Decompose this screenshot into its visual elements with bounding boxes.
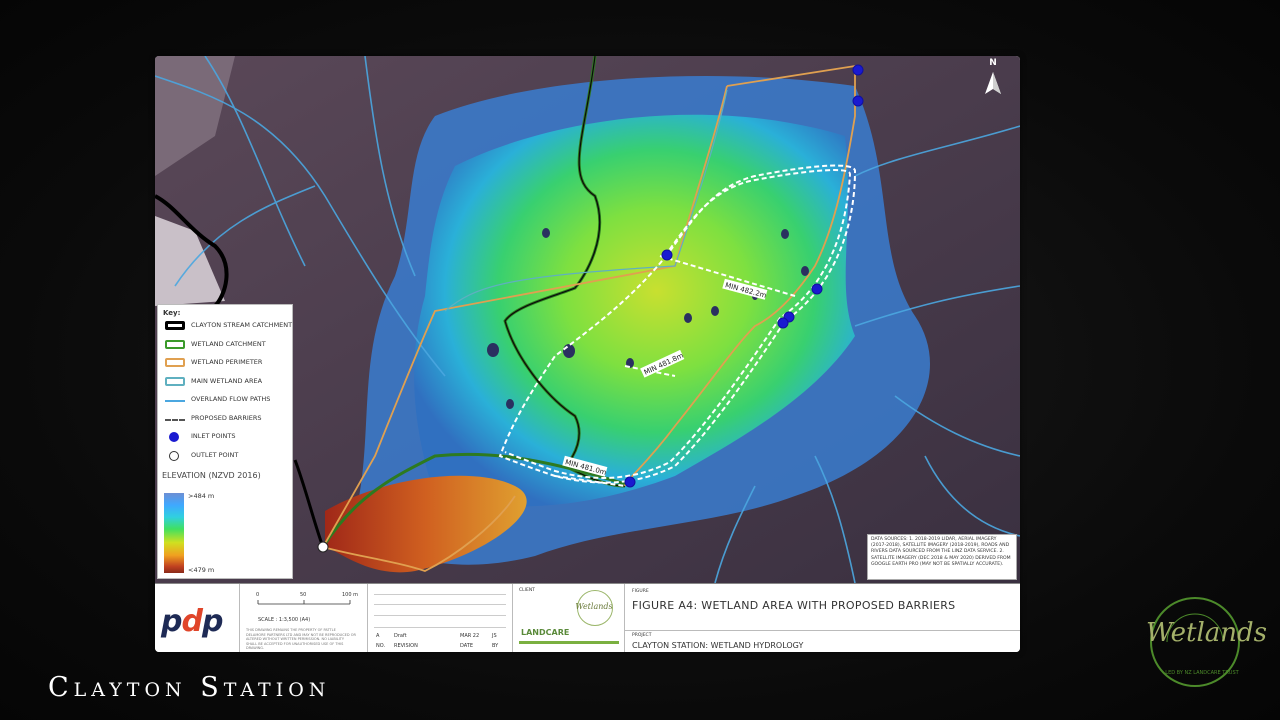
wetlands-brand-word: Wetlands (1146, 618, 1267, 648)
scale-tick-0: 0 (256, 592, 260, 598)
legend-item: WETLAND CATCHMENT (163, 339, 291, 351)
slide-title: Clayton Station (48, 672, 331, 703)
data-sources-note: DATA SOURCES: 1. 2018-2019 LIDAR, AERIAL… (867, 534, 1017, 580)
scale-tick-50: 50 (300, 592, 307, 598)
legend-symbol-icon (169, 450, 179, 461)
pdp-logo: pdp (161, 604, 223, 639)
legend-item: OVERLAND FLOW PATHS (163, 394, 291, 406)
client-logo-word: Wetlands (575, 602, 613, 611)
elevation-min-label: <479 m (188, 566, 215, 574)
elevation-max-label: >484 m (188, 492, 215, 500)
legend-item: CLAYTON STREAM CATCHMENT (163, 320, 293, 332)
logo-cell: pdp (155, 584, 240, 652)
north-arrow-icon: N (981, 58, 1005, 98)
elevation-color-ramp (164, 493, 184, 573)
landcare-logo: LANDCARE (521, 628, 570, 637)
inlet-point (811, 283, 823, 295)
legend-symbol-icon (165, 321, 185, 330)
legend-symbol-icon (169, 432, 179, 442)
legend-title: Key: (163, 309, 181, 317)
client-label: CLIENT (519, 588, 535, 593)
legend-item: MAIN WETLAND AREA (163, 376, 291, 388)
wetlands-brand-subtitle: LED BY NZ LANDCARE TRUST (1165, 670, 1239, 676)
revision-desc: Draft (394, 633, 407, 639)
revision-header-no: NO. (376, 643, 386, 649)
revision-header-by: BY (492, 643, 499, 649)
legend-item: INLET POINTS (163, 431, 291, 443)
legend-item: PROPOSED BARRIERS (163, 413, 291, 425)
elevation-title: ELEVATION (NZVD 2016) (162, 471, 261, 480)
legend-symbol-icon (165, 358, 185, 367)
figure-cell: FIGURE FIGURE A4: WETLAND AREA WITH PROP… (625, 584, 1020, 652)
inlet-point (852, 95, 864, 107)
revision-cell: A Draft MAR 22 JS NO. REVISION DATE BY (368, 584, 513, 652)
inlet-point (777, 317, 789, 329)
revision-header-revision: REVISION (394, 643, 418, 649)
legend-symbol-icon (165, 418, 185, 421)
figure-title: FIGURE A4: WETLAND AREA WITH PROPOSED BA… (632, 599, 956, 612)
legend-item-label: MAIN WETLAND AREA (191, 376, 263, 385)
legend-item: WETLAND PERIMETER (163, 357, 291, 369)
outlet-point (317, 541, 329, 553)
revision-date: MAR 22 (460, 633, 480, 639)
inlet-point (852, 64, 864, 76)
legend-symbol-icon (165, 339, 185, 349)
legend-item-label: WETLAND PERIMETER (191, 358, 263, 366)
disclaimer: THIS DRAWING REMAINS THE PROPERTY OF PAT… (246, 628, 356, 651)
map-legend: Key: CLAYTON STREAM CATCHMENT WETLAND CAT… (157, 304, 293, 579)
scale-label: SCALE : 1:3,500 (A4) (258, 617, 311, 623)
project-title: CLAYTON STATION: WETLAND HYDROLOGY (632, 641, 804, 650)
revision-by: JS (492, 633, 497, 639)
legend-item-label: CLAYTON STREAM CATCHMENT (191, 321, 293, 329)
slide-background: MIN 482.2m MIN 481.8m MIN 481.0m N Key: … (0, 0, 1280, 720)
legend-item-label: OUTLET POINT (191, 450, 239, 459)
map-figure: MIN 482.2m MIN 481.8m MIN 481.0m N Key: … (155, 56, 1020, 652)
title-block: pdp 0 50 100 m SCALE : 1:3,500 (A4) THIS… (155, 583, 1020, 652)
inlet-point (661, 249, 673, 261)
client-cell: CLIENT Wetlands LANDCARE (513, 584, 625, 652)
revision-header-date: DATE (460, 643, 474, 649)
legend-symbol-icon (165, 400, 185, 402)
scale-cell: 0 50 100 m SCALE : 1:3,500 (A4) THIS DRA… (240, 584, 368, 652)
legend-item-label: OVERLAND FLOW PATHS (191, 395, 271, 403)
legend-item-label: PROPOSED BARRIERS (191, 413, 262, 422)
figure-label: FIGURE (632, 589, 649, 594)
revision-no: A (376, 633, 380, 639)
legend-item: OUTLET POINT (163, 450, 291, 462)
legend-item-label: INLET POINTS (191, 432, 236, 440)
legend-symbol-icon (165, 376, 185, 386)
project-label: PROJECT (632, 633, 652, 638)
inlet-point (624, 476, 636, 488)
legend-item-label: WETLAND CATCHMENT (191, 339, 266, 348)
scale-tick-100: 100 m (342, 592, 359, 598)
